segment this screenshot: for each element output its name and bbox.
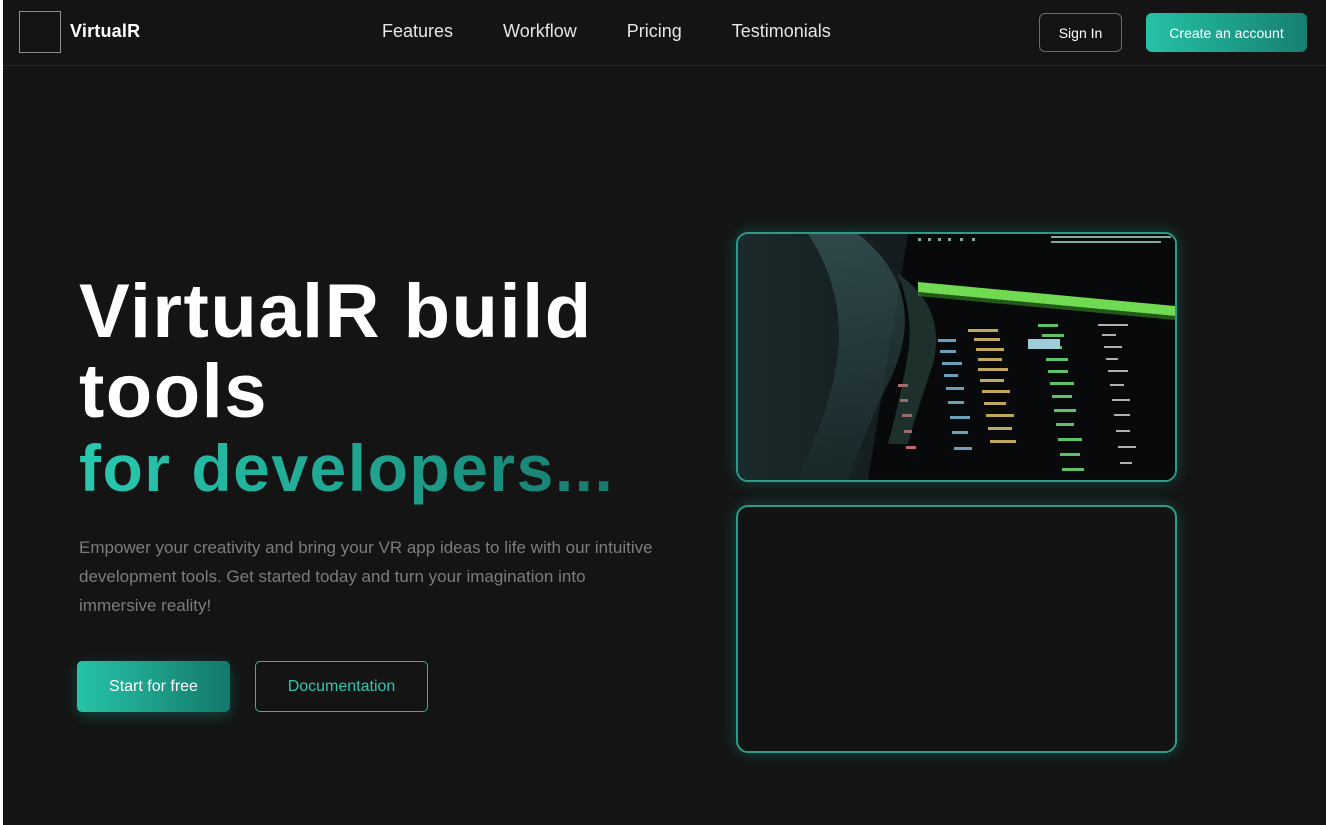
code-screen-image-card	[736, 232, 1177, 482]
hero-title-accent: for developers...	[79, 428, 614, 508]
hero-title-line-1: VirtualR build	[79, 269, 593, 354]
create-account-button[interactable]: Create an account	[1146, 13, 1307, 52]
hero-title: VirtualR build tools	[79, 272, 593, 432]
hero-title-line-2: tools	[79, 349, 269, 434]
nav-link-pricing[interactable]: Pricing	[627, 21, 682, 42]
brand-name[interactable]: VirtualR	[70, 21, 140, 42]
empty-preview-card	[736, 505, 1177, 753]
sign-in-button[interactable]: Sign In	[1039, 13, 1122, 52]
start-for-free-button[interactable]: Start for free	[77, 661, 230, 712]
nav-link-testimonials[interactable]: Testimonials	[732, 21, 831, 42]
nav-link-workflow[interactable]: Workflow	[503, 21, 577, 42]
nav-link-features[interactable]: Features	[382, 21, 453, 42]
nav-links: Features Workflow Pricing Testimonials	[382, 21, 881, 42]
hero-description: Empower your creativity and bring your V…	[79, 538, 653, 615]
top-navbar: VirtualR Features Workflow Pricing Testi…	[3, 0, 1326, 66]
documentation-button[interactable]: Documentation	[255, 661, 428, 712]
page: VirtualR Features Workflow Pricing Testi…	[3, 0, 1326, 825]
logo-placeholder-icon[interactable]	[19, 11, 61, 53]
code-screen-image	[738, 234, 1175, 480]
